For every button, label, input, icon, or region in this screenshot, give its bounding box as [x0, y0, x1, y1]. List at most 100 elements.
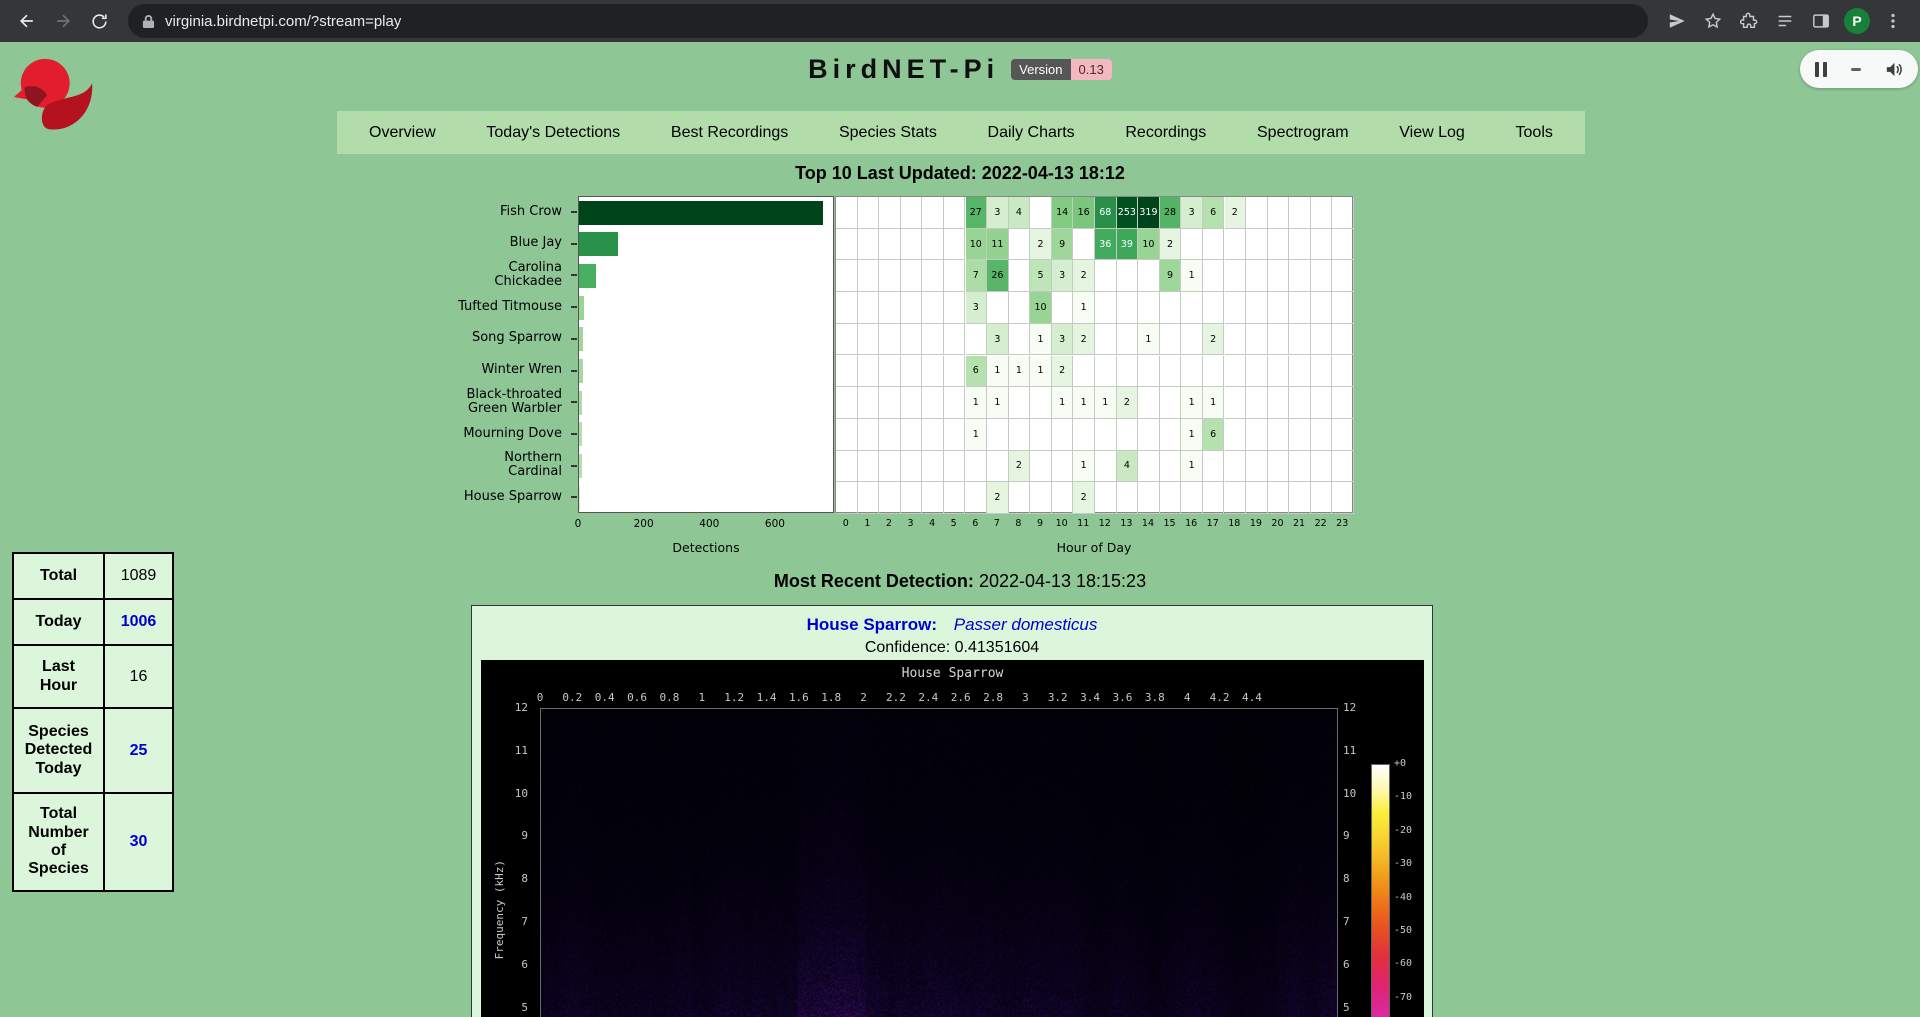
- nav-item-overview[interactable]: Overview: [369, 124, 436, 142]
- heat-cell: [944, 356, 966, 388]
- heat-cell: [1246, 197, 1268, 229]
- heat-cell: 11: [987, 229, 1009, 261]
- heat-cell: [922, 260, 944, 292]
- profile-avatar[interactable]: P: [1844, 8, 1870, 34]
- heat-cell: 4: [1009, 197, 1031, 229]
- heat-cell: [879, 260, 901, 292]
- bar-panel: [578, 196, 834, 513]
- heat-cell: [987, 451, 1009, 483]
- spectro-xtick: 0: [537, 691, 544, 704]
- hour-xtick: 5: [951, 518, 957, 529]
- page-header: BirdNET-Pi Version 0.13: [0, 54, 1920, 85]
- spectro-xtick: 3.4: [1080, 691, 1100, 704]
- heat-cell: [1117, 419, 1139, 451]
- nav-item-species-stats[interactable]: Species Stats: [839, 124, 937, 142]
- spectro-ytick-left: 5: [521, 1001, 528, 1014]
- spectro-xtick: 2: [860, 691, 867, 704]
- extensions-icon[interactable]: [1732, 4, 1766, 38]
- heat-cell: 2: [1030, 229, 1052, 261]
- heat-cell: [944, 419, 966, 451]
- heat-cell: 2: [1073, 482, 1095, 514]
- spectro-ytick-left: 10: [515, 787, 528, 800]
- bar-0: [579, 201, 823, 225]
- nav-item-tools[interactable]: Tools: [1516, 124, 1553, 142]
- spectro-xtick: 3: [1022, 691, 1029, 704]
- heat-cell: [944, 482, 966, 514]
- menu-kebab-icon[interactable]: [1876, 4, 1910, 38]
- summary-label: Total Number of Species: [14, 794, 105, 890]
- species-label: Blue Jay: [420, 228, 562, 260]
- spectro-xtick: 1.8: [821, 691, 841, 704]
- heat-cell: 1: [1181, 451, 1203, 483]
- spectro-ytick-right: 7: [1343, 915, 1350, 928]
- top10-chart: Fish CrowBlue JayCarolina ChickadeeTufte…: [420, 196, 1430, 561]
- heat-cell: 253: [1117, 197, 1139, 229]
- heat-cell: [901, 260, 923, 292]
- heat-cell: [1009, 324, 1031, 356]
- seek-bar[interactable]: [1851, 68, 1861, 71]
- forward-button[interactable]: [46, 4, 80, 38]
- axis-tick: [571, 370, 577, 372]
- summary-value[interactable]: 1006: [105, 600, 172, 644]
- heat-cell: [1289, 260, 1311, 292]
- axis-tick: [571, 211, 577, 213]
- back-button[interactable]: [10, 4, 44, 38]
- heat-cell: [1095, 292, 1117, 324]
- heat-cell: [858, 387, 880, 419]
- heat-cell: [1117, 356, 1139, 388]
- species-scientific-link[interactable]: Passer domesticus: [954, 615, 1098, 634]
- heat-cell: [1009, 292, 1031, 324]
- summary-value[interactable]: 25: [105, 709, 172, 792]
- nav-item-best-recordings[interactable]: Best Recordings: [671, 124, 788, 142]
- heat-cell: [1160, 292, 1182, 324]
- reading-list-icon[interactable]: [1768, 4, 1802, 38]
- heat-cell: 2: [1073, 260, 1095, 292]
- heat-cell: 10: [1138, 229, 1160, 261]
- heat-cell: [944, 260, 966, 292]
- heat-cell: [922, 229, 944, 261]
- bar-3: [579, 296, 584, 320]
- heat-cell: [1181, 482, 1203, 514]
- axis-tick: [571, 496, 577, 498]
- heat-cell: [901, 387, 923, 419]
- heat-cell: 1: [1073, 387, 1095, 419]
- heat-cell: [1332, 387, 1354, 419]
- heat-cell: [858, 292, 880, 324]
- heat-cell: [1160, 356, 1182, 388]
- colorbar-tick: -10: [1394, 791, 1412, 802]
- nav-item-view-log[interactable]: View Log: [1399, 124, 1465, 142]
- nav-item-recordings[interactable]: Recordings: [1125, 124, 1206, 142]
- heat-cell: 6: [1203, 197, 1225, 229]
- url-bar[interactable]: virginia.birdnetpi.com/?stream=play: [128, 4, 1648, 38]
- heat-cell: [1268, 482, 1290, 514]
- heat-cell: [1225, 260, 1247, 292]
- heat-cell: [1332, 260, 1354, 292]
- bookmark-star-icon[interactable]: [1696, 4, 1730, 38]
- pause-icon[interactable]: [1815, 62, 1827, 77]
- heat-cell: [1052, 451, 1074, 483]
- nav-item-spectrogram[interactable]: Spectrogram: [1257, 124, 1349, 142]
- heat-cell: [1311, 197, 1333, 229]
- heat-cell: [879, 387, 901, 419]
- heat-cell: [1225, 482, 1247, 514]
- heat-cell: [922, 451, 944, 483]
- summary-value[interactable]: 30: [105, 794, 172, 890]
- heat-cell: [922, 482, 944, 514]
- heat-cell: [1138, 482, 1160, 514]
- heat-cell: [836, 482, 858, 514]
- url-text[interactable]: virginia.birdnetpi.com/?stream=play: [165, 13, 401, 30]
- heat-cell: [901, 197, 923, 229]
- nav-item-daily-charts[interactable]: Daily Charts: [988, 124, 1075, 142]
- reload-button[interactable]: [82, 4, 116, 38]
- nav-item-today-s-detections[interactable]: Today's Detections: [486, 124, 620, 142]
- volume-icon[interactable]: [1884, 60, 1903, 79]
- heat-cell: [836, 197, 858, 229]
- heat-cell: [836, 292, 858, 324]
- species-common-link[interactable]: House Sparrow:: [807, 615, 937, 634]
- hour-xtick: 22: [1315, 518, 1327, 529]
- heat-cell: [944, 451, 966, 483]
- heat-cell: [1332, 324, 1354, 356]
- side-panel-icon[interactable]: [1804, 4, 1838, 38]
- send-icon[interactable]: [1660, 4, 1694, 38]
- audio-player[interactable]: [1800, 50, 1918, 88]
